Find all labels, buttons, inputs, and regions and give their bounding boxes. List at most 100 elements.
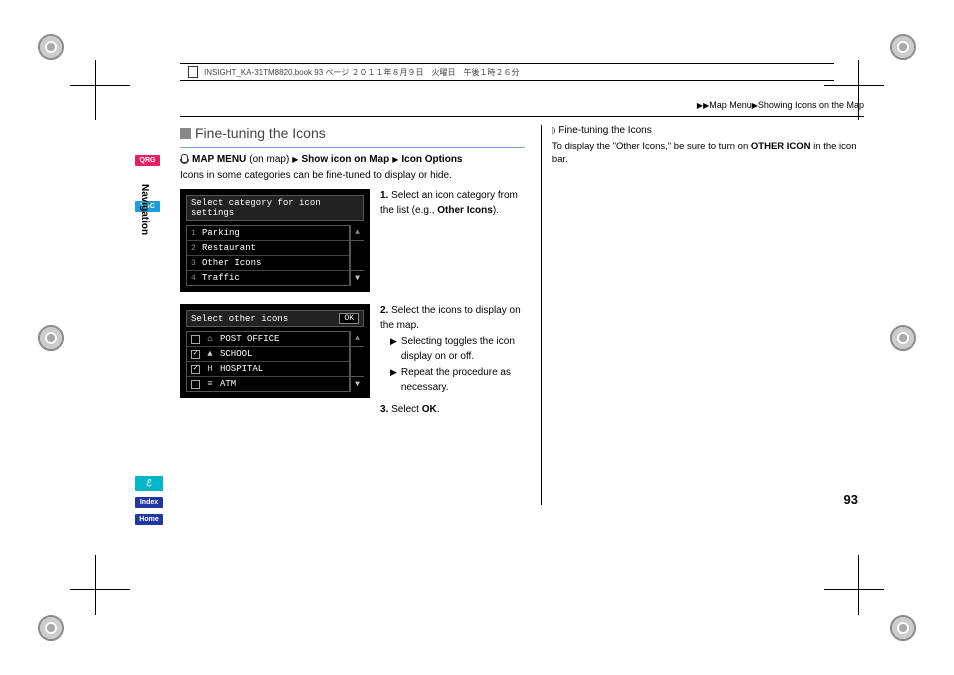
checkbox-checked-icon[interactable] [191,350,200,359]
note-bold: OTHER ICON [751,141,811,152]
page-body: ▶▶Map Menu▶Showing Icons on the Map Fine… [180,100,864,575]
scroll-down-icon[interactable]: ▼ [351,376,364,392]
screenshot-other-icons: Select other icons OK ⌂ POST OFFICE [180,304,370,398]
step-1: Select category for icon settings 1Parki… [180,189,525,292]
note-text: To display the "Other Icons," be sure to… [552,141,751,152]
registration-mark [890,615,916,641]
note-marker-icon: ⦈ [552,125,555,136]
screenshot-title-text: Select other icons [191,314,288,324]
chevron-right-icon: ▶ [292,155,298,164]
heading-underline [180,147,525,148]
breadcrumb: ▶▶Map Menu▶Showing Icons on the Map [180,100,864,110]
screenshot-title: Select category for icon settings [186,195,364,221]
tab-home[interactable]: Home [135,514,163,525]
checkbox-unchecked-icon[interactable] [191,335,200,344]
square-bullet-icon [180,128,191,139]
icon-checklist: ⌂ POST OFFICE ▲ SCHOOL H H [186,331,350,392]
list-item-label: Parking [202,228,240,238]
book-icon [188,66,198,78]
list-item[interactable]: 3Other Icons [187,256,349,271]
voice-icon [180,154,189,165]
list-item-label: SCHOOL [220,349,252,359]
menu-path-a-note: (on map) [249,154,289,165]
bullet-text: Selecting toggles the icon display on or… [401,335,525,364]
file-info-bar: INSIGHT_KA-31TM8820.book 93 ページ ２０１１年８月９… [180,63,834,81]
menu-path-b: Show icon on Map [301,154,389,165]
file-info-text: INSIGHT_KA-31TM8820.book 93 ページ ２０１１年８月９… [204,67,519,78]
list-item-label: Traffic [202,273,240,283]
list-item[interactable]: ≡ ATM [187,377,349,391]
step-bold: Other Icons [437,205,493,216]
scroll-down-icon[interactable]: ▼ [351,270,364,286]
registration-mark [890,34,916,60]
side-note-body: To display the "Other Icons," be sure to… [552,140,864,167]
list-item[interactable]: ⌂ POST OFFICE [187,332,349,347]
sidebar-top: QRG TOC Navigation [135,155,160,235]
section-heading: Fine-tuning the Icons [180,125,525,141]
list-item[interactable]: 2Restaurant [187,241,349,256]
step-body: Select the icons to display on the map. [380,305,521,331]
list-item[interactable]: ▲ SCHOOL [187,347,349,362]
registration-mark [890,325,916,351]
breadcrumb-a: Map Menu [709,100,752,110]
sidebar-bottom: ℰ Index Home [135,476,163,525]
ok-button[interactable]: OK [339,313,359,324]
tab-voice[interactable]: ℰ [135,476,163,491]
registration-mark [38,615,64,641]
step-bold: OK [422,404,437,415]
section-label-navigation: Navigation [139,184,150,235]
checkbox-checked-icon[interactable] [191,365,200,374]
scroll-up-icon[interactable]: ▲ [351,225,364,241]
step-end: . [437,404,440,415]
registration-mark [38,325,64,351]
school-icon: ▲ [205,349,215,359]
step-2-3-text: 2. Select the icons to display on the ma… [380,304,525,418]
crop-mark [70,60,140,130]
atm-icon: ≡ [205,379,215,389]
screenshot-category-list: Select category for icon settings 1Parki… [180,189,370,292]
menu-path-a: MAP MENU [192,154,246,165]
scroll-up-icon[interactable]: ▲ [351,331,364,347]
tab-qrg[interactable]: QRG [135,155,160,166]
triangle-bullet-icon: ▶ [390,366,397,395]
list-item[interactable]: 4Traffic [187,271,349,285]
menu-path-c: Icon Options [401,154,462,165]
step-2-3: Select other icons OK ⌂ POST OFFICE [180,304,525,418]
screenshot-title-text: Select category for icon settings [191,198,359,218]
list-item-label: Other Icons [202,258,261,268]
list-item-label: POST OFFICE [220,334,279,344]
chevron-right-icon: ▶ [392,155,398,164]
divider [180,116,864,117]
triangle-bullet-icon: ▶ [390,335,397,364]
list-item[interactable]: H HOSPITAL [187,362,349,377]
step-number: 1. [380,190,388,201]
side-note-column: ⦈ Fine-tuning the Icons To display the "… [541,125,864,505]
tab-index[interactable]: Index [135,497,163,508]
side-note-title: Fine-tuning the Icons [558,125,651,136]
intro-text: Icons in some categories can be fine-tun… [180,170,525,181]
step-body: Select [391,404,422,415]
breadcrumb-b: Showing Icons on the Map [758,100,864,110]
breadcrumb-marker: ▶▶ [697,101,709,110]
sub-bullet: ▶Selecting toggles the icon display on o… [390,335,525,364]
list-item-label: ATM [220,379,236,389]
category-list: 1Parking 2Restaurant 3Other Icons 4Traff… [186,225,350,286]
list-item[interactable]: 1Parking [187,226,349,241]
side-note-heading: ⦈ Fine-tuning the Icons [552,125,864,136]
list-item-label: Restaurant [202,243,256,253]
bullet-text: Repeat the procedure as necessary. [401,366,525,395]
step-number: 3. [380,404,388,415]
main-column: Fine-tuning the Icons MAP MENU (on map) … [180,125,525,505]
post-office-icon: ⌂ [205,334,215,344]
sub-bullet: ▶Repeat the procedure as necessary. [390,366,525,395]
checkbox-unchecked-icon[interactable] [191,380,200,389]
step-end: ). [493,205,499,216]
page-number: 93 [844,492,858,507]
section-heading-text: Fine-tuning the Icons [195,125,326,141]
screenshot-title: Select other icons OK [186,310,364,327]
step-number: 2. [380,305,388,316]
crop-mark [70,545,140,615]
menu-path: MAP MENU (on map) ▶ Show icon on Map ▶ I… [180,154,525,165]
hospital-icon: H [205,364,215,374]
registration-mark [38,34,64,60]
